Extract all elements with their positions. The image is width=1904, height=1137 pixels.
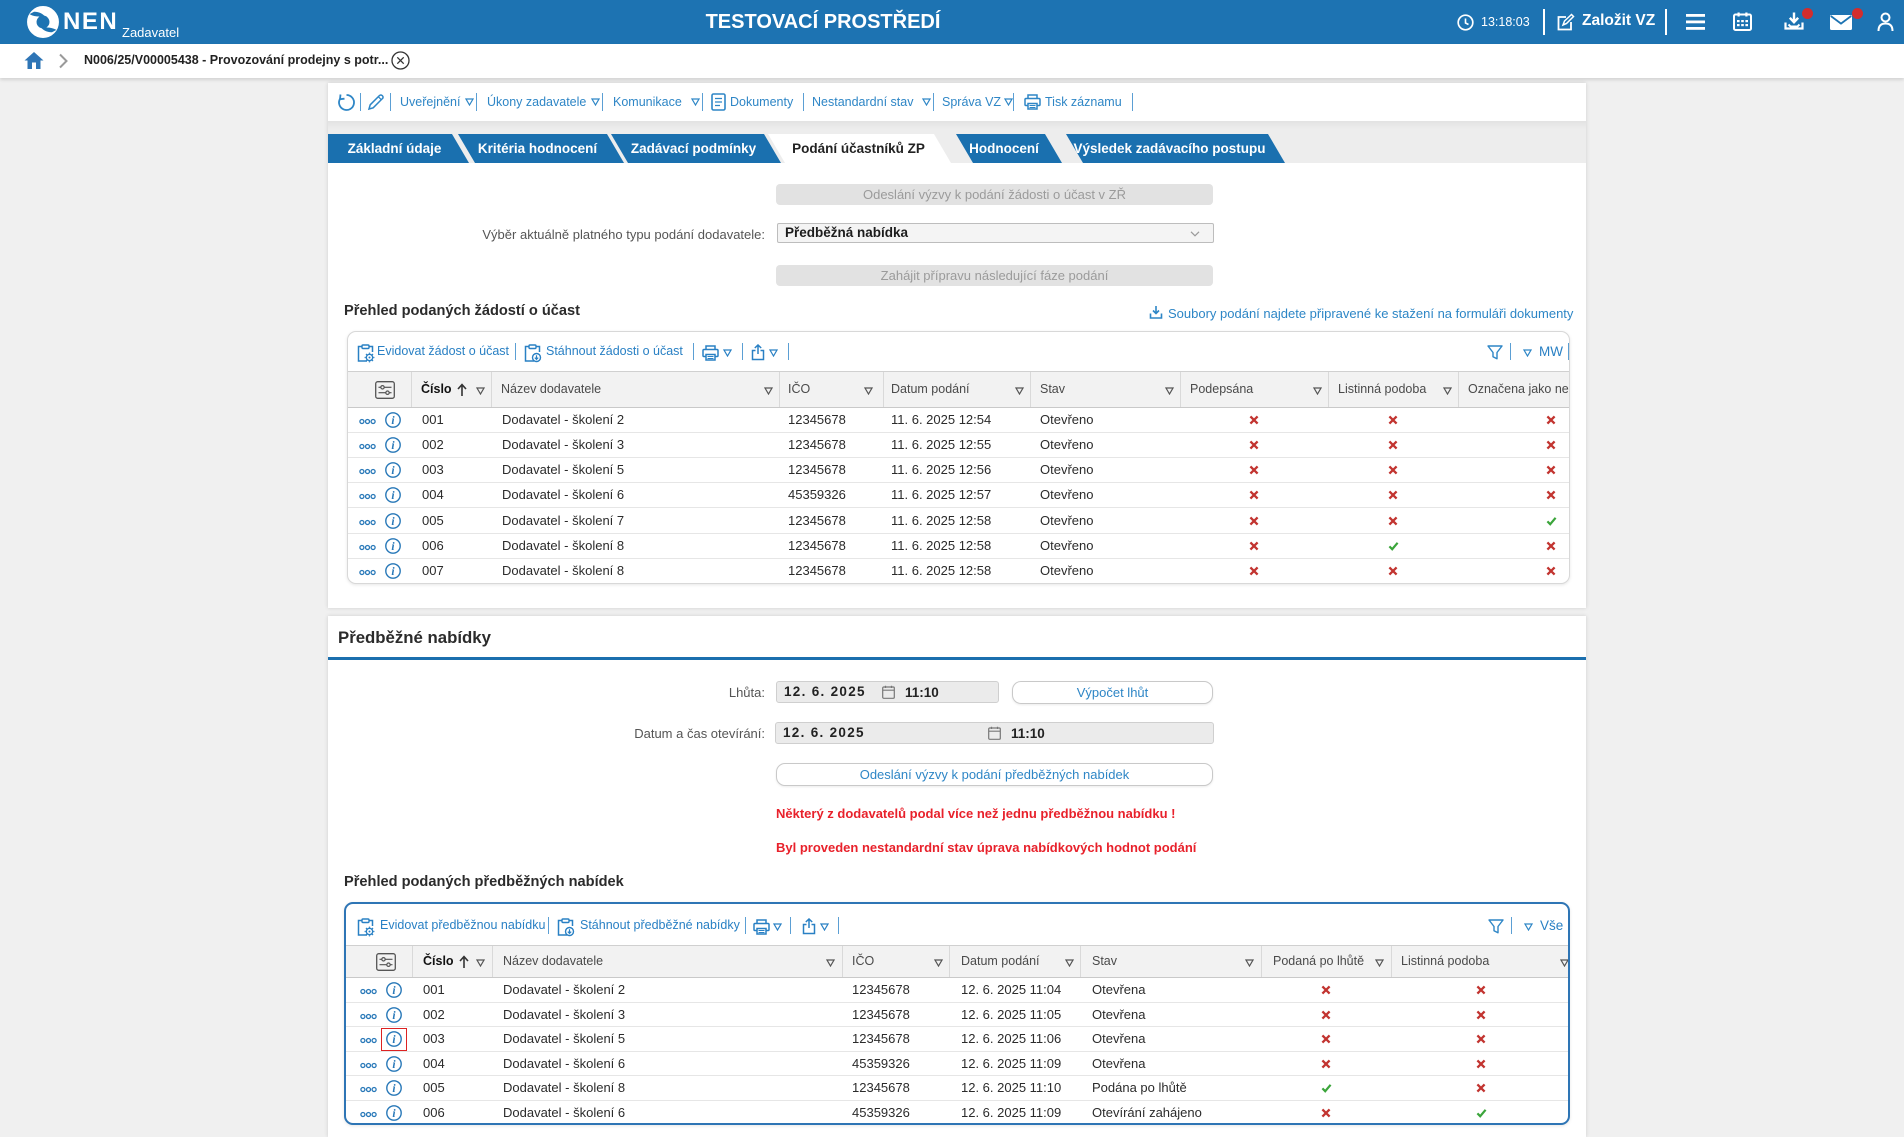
svg-text:i: i — [391, 516, 395, 528]
svg-text:i: i — [392, 985, 396, 997]
svg-text:i: i — [391, 490, 395, 502]
svg-text:i: i — [391, 566, 395, 578]
svg-text:i: i — [391, 415, 395, 427]
svg-text:i: i — [392, 1059, 396, 1071]
svg-text:i: i — [392, 1010, 396, 1022]
svg-text:i: i — [391, 440, 395, 452]
svg-text:i: i — [391, 465, 395, 477]
svg-text:i: i — [391, 541, 395, 553]
svg-text:i: i — [392, 1083, 396, 1095]
svg-text:i: i — [392, 1108, 396, 1120]
